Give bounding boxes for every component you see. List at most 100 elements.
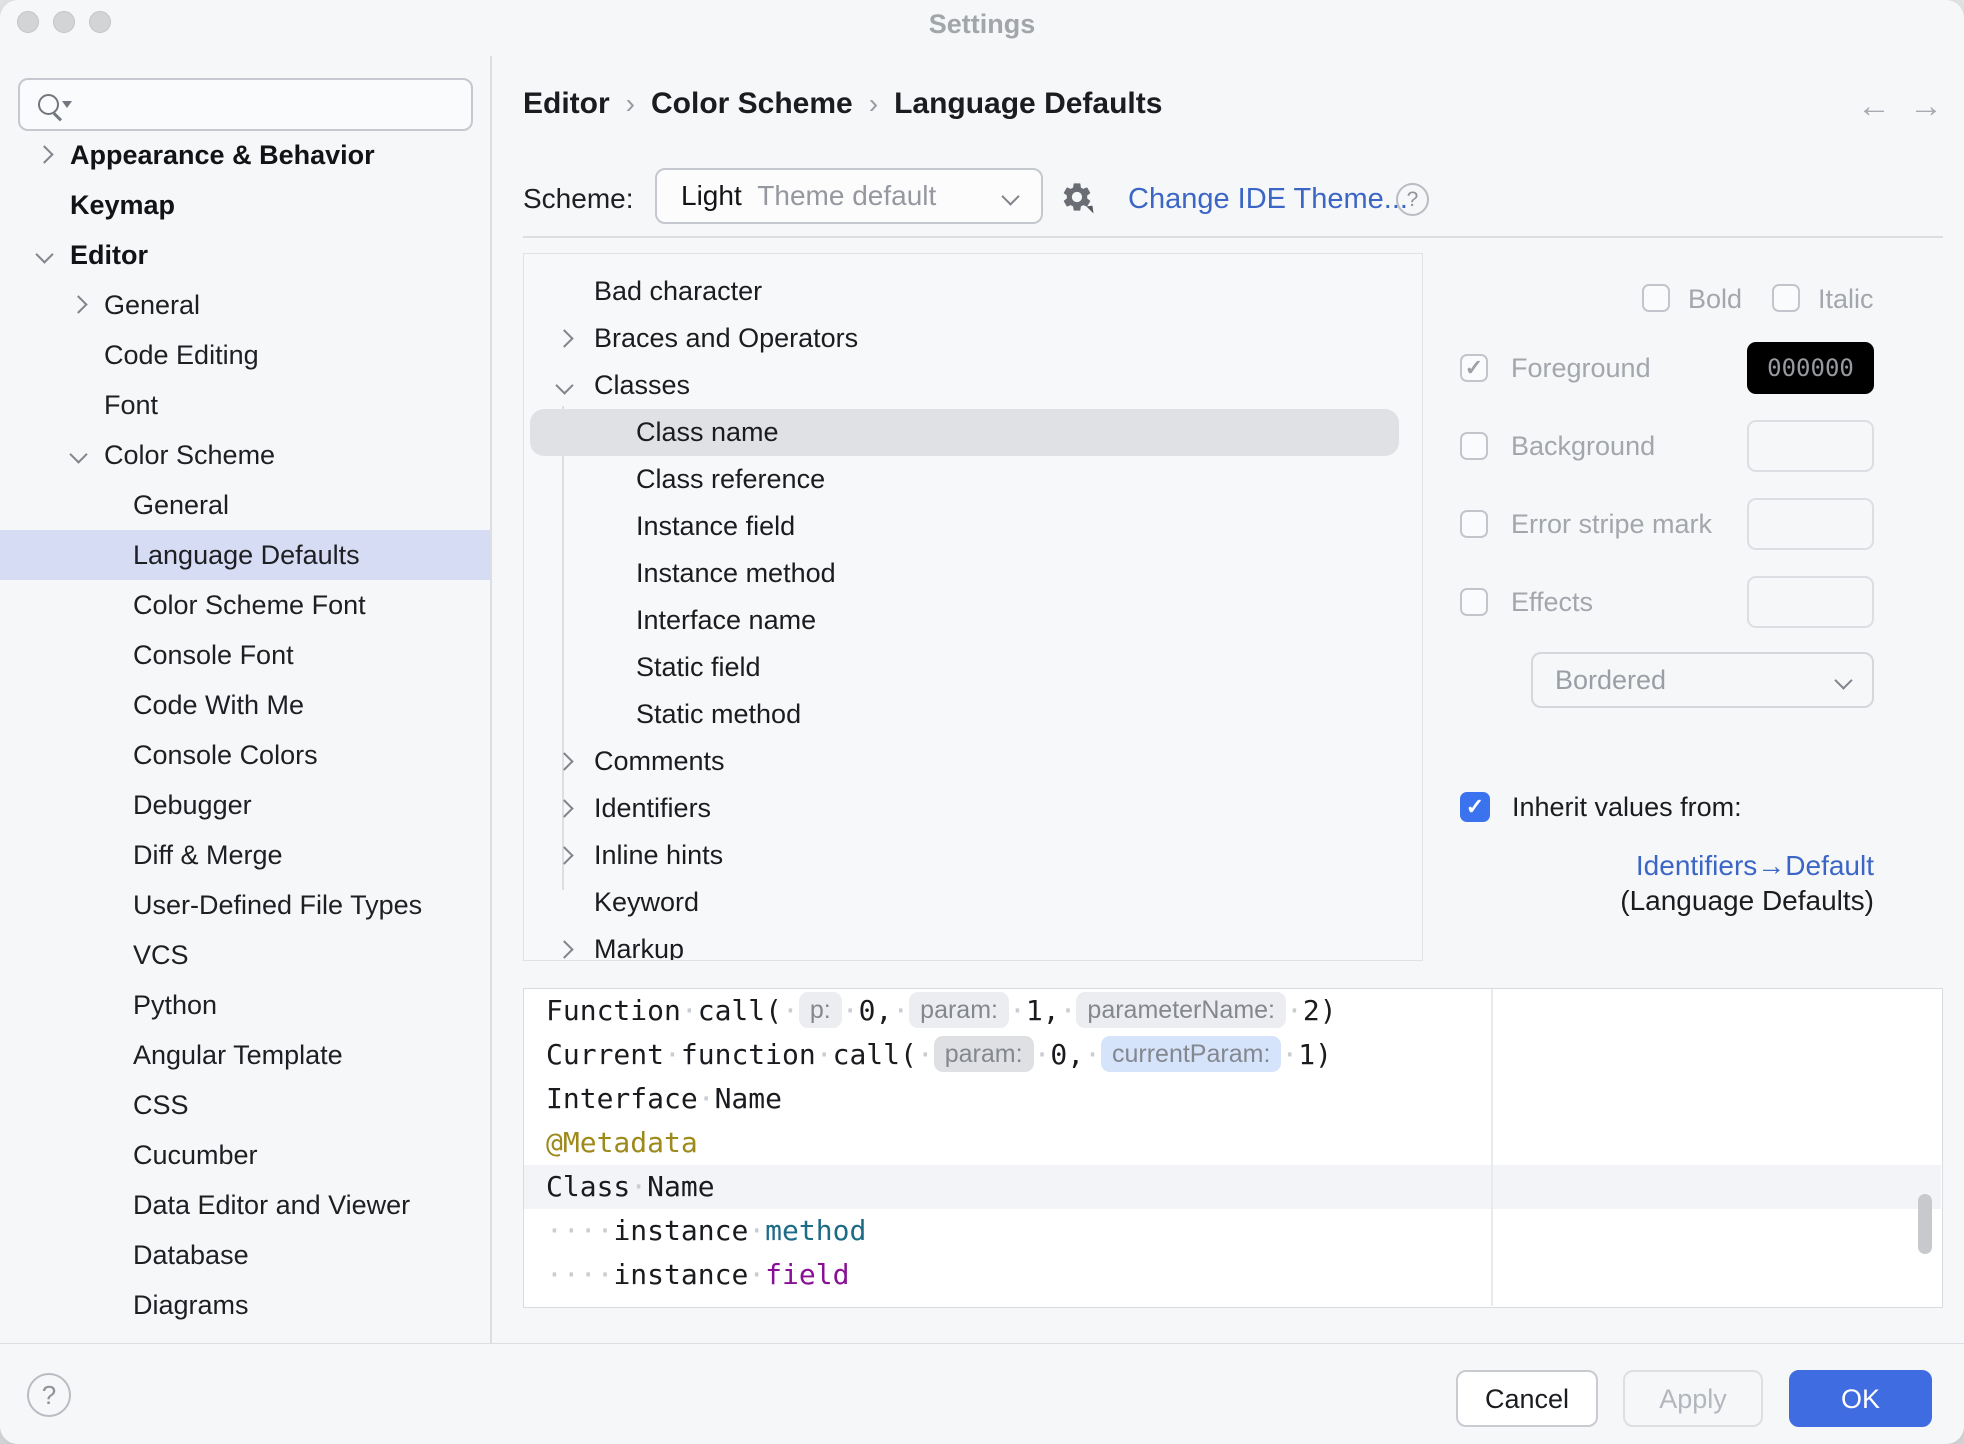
error-stripe-mark-checkbox[interactable] xyxy=(1460,510,1488,538)
ok-button[interactable]: OK xyxy=(1789,1370,1932,1427)
effects-color-field[interactable] xyxy=(1747,576,1874,628)
breadcrumb-item-color-scheme[interactable]: Color Scheme xyxy=(651,87,853,120)
sidebar-item-label: User-Defined File Types xyxy=(133,890,423,920)
sidebar-item-diff-merge[interactable]: Diff & Merge xyxy=(0,830,490,880)
sidebar-item-data-editor-and-viewer[interactable]: Data Editor and Viewer xyxy=(0,1180,490,1230)
sidebar-item-cucumber[interactable]: Cucumber xyxy=(0,1130,490,1180)
breadcrumb-item-language-defaults[interactable]: Language Defaults xyxy=(894,87,1162,120)
tree-item-static-method[interactable]: Static method xyxy=(524,691,1421,738)
sidebar-item-keymap[interactable]: Keymap xyxy=(0,180,490,230)
tree-item-instance-field[interactable]: Instance field xyxy=(524,503,1421,550)
sidebar-item-color-scheme[interactable]: Color Scheme xyxy=(0,430,490,480)
attr-row-foreground: Foreground 000000 xyxy=(1460,342,1874,394)
sidebar-item-console-font[interactable]: Console Font xyxy=(0,630,490,680)
background-color-field[interactable] xyxy=(1747,420,1874,472)
whitespace-dot: · xyxy=(546,1258,563,1291)
tree-item-class-name[interactable]: Class name xyxy=(524,409,1421,456)
sidebar-item-label: Database xyxy=(133,1240,249,1270)
inherit-values-checkbox[interactable] xyxy=(1460,792,1490,822)
sidebar-item-css[interactable]: CSS xyxy=(0,1080,490,1130)
sidebar-item-label: Debugger xyxy=(133,790,252,820)
scheme-help-icon[interactable]: ? xyxy=(1396,183,1429,216)
tree-item-markup[interactable]: Markup xyxy=(524,926,1421,960)
chevron-down-icon[interactable] xyxy=(555,376,574,397)
tree-item-interface-name[interactable]: Interface name xyxy=(524,597,1421,644)
attr-row-effects: Effects xyxy=(1460,576,1874,628)
cancel-button[interactable]: Cancel xyxy=(1456,1370,1598,1427)
background-checkbox[interactable] xyxy=(1460,432,1488,460)
effects-type-dropdown[interactable]: Bordered xyxy=(1531,652,1874,708)
sidebar-item-vcs[interactable]: VCS xyxy=(0,930,490,980)
tree-item-static-field[interactable]: Static field xyxy=(524,644,1421,691)
sidebar-item-label: Language Defaults xyxy=(133,540,360,570)
chevron-right-icon[interactable] xyxy=(555,940,574,960)
tree-item-braces-and-operators[interactable]: Braces and Operators xyxy=(524,315,1421,362)
tree-item-class-reference[interactable]: Class reference xyxy=(524,456,1421,503)
search-icon xyxy=(34,88,78,128)
breadcrumb-item-editor[interactable]: Editor xyxy=(523,87,610,120)
back-arrow-icon[interactable]: ← xyxy=(1852,86,1896,126)
code-token: Current xyxy=(546,1038,665,1071)
sidebar-item-debugger[interactable]: Debugger xyxy=(0,780,490,830)
scheme-gear-button[interactable] xyxy=(1060,180,1100,220)
tree-item-identifiers[interactable]: Identifiers xyxy=(524,785,1421,832)
sidebar-item-font[interactable]: Font xyxy=(0,380,490,430)
sidebar-item-general[interactable]: General xyxy=(0,480,490,530)
help-button[interactable]: ? xyxy=(27,1373,71,1417)
chevron-down-icon[interactable] xyxy=(35,245,54,266)
sidebar-item-code-editing[interactable]: Code Editing xyxy=(0,330,490,380)
search-field[interactable] xyxy=(18,78,473,131)
sidebar-item-appearance-behavior[interactable]: Appearance & Behavior xyxy=(0,130,490,180)
tree-item-label: Class name xyxy=(636,417,779,447)
tree-item-label: Bad character xyxy=(594,276,763,306)
sidebar-item-color-scheme-font[interactable]: Color Scheme Font xyxy=(0,580,490,630)
search-input[interactable] xyxy=(76,84,465,127)
sidebar-item-language-defaults[interactable]: Language Defaults xyxy=(0,530,490,580)
sidebar-item-diagrams[interactable]: Diagrams xyxy=(0,1280,490,1330)
whitespace-dot: · xyxy=(1008,994,1026,1027)
tree-item-instance-method[interactable]: Instance method xyxy=(524,550,1421,597)
tree-item-label: Class reference xyxy=(636,464,826,494)
chevron-right-icon[interactable] xyxy=(555,752,574,773)
chevron-right-icon[interactable] xyxy=(69,295,88,316)
sidebar-item-general[interactable]: General xyxy=(0,280,490,330)
tree-item-keyword[interactable]: Keyword xyxy=(524,879,1421,926)
preview-scrollbar[interactable] xyxy=(1918,1194,1932,1254)
foreground-color-swatch[interactable]: 000000 xyxy=(1747,342,1874,394)
inherit-values-label: Inherit values from: xyxy=(1512,792,1742,822)
forward-arrow-icon[interactable]: → xyxy=(1904,86,1948,126)
inline-hint-chip: param: xyxy=(933,1036,1034,1072)
tree-item-comments[interactable]: Comments xyxy=(524,738,1421,785)
preview-code-line: Function·call(· p: ·0,· param: ·1,· parameter… xyxy=(524,989,1941,1033)
sidebar-item-code-with-me[interactable]: Code With Me xyxy=(0,680,490,730)
tree-item-classes[interactable]: Classes xyxy=(524,362,1421,409)
chevron-right-icon[interactable] xyxy=(35,145,54,166)
chevron-right-icon[interactable] xyxy=(555,799,574,820)
scheme-dropdown[interactable]: Light Theme default xyxy=(655,168,1043,224)
apply-button[interactable]: Apply xyxy=(1623,1370,1763,1427)
chevron-right-icon[interactable] xyxy=(555,846,574,867)
sidebar-item-user-defined-file-types[interactable]: User-Defined File Types xyxy=(0,880,490,930)
sidebar-item-console-colors[interactable]: Console Colors xyxy=(0,730,490,780)
tree-item-label: Keyword xyxy=(594,887,700,917)
italic-checkbox[interactable] xyxy=(1772,284,1800,312)
error-stripe-mark-color-field[interactable] xyxy=(1747,498,1874,550)
sidebar-item-editor[interactable]: Editor xyxy=(0,230,490,280)
bold-checkbox[interactable] xyxy=(1642,284,1670,312)
sidebar-item-label: Code With Me xyxy=(133,690,305,720)
tree-item-inline-hints[interactable]: Inline hints xyxy=(524,832,1421,879)
inherit-source-link[interactable]: Identifiers→Default xyxy=(1460,850,1874,882)
sidebar-item-python[interactable]: Python xyxy=(0,980,490,1030)
foreground-checkbox[interactable] xyxy=(1460,354,1488,382)
change-ide-theme-link[interactable]: Change IDE Theme... xyxy=(1128,182,1408,216)
titlebar: Settings xyxy=(0,0,1964,56)
whitespace-dot: · xyxy=(596,1214,614,1247)
effects-checkbox[interactable] xyxy=(1460,588,1488,616)
chevron-right-icon[interactable] xyxy=(555,329,574,350)
attr-row-error-stripe-mark: Error stripe mark xyxy=(1460,498,1874,550)
sidebar-item-database[interactable]: Database xyxy=(0,1230,490,1280)
sidebar-item-angular-template[interactable]: Angular Template xyxy=(0,1030,490,1080)
tree-item-label: Interface name xyxy=(636,605,817,635)
tree-item-bad-character[interactable]: Bad character xyxy=(524,268,1421,315)
chevron-down-icon[interactable] xyxy=(69,445,88,466)
